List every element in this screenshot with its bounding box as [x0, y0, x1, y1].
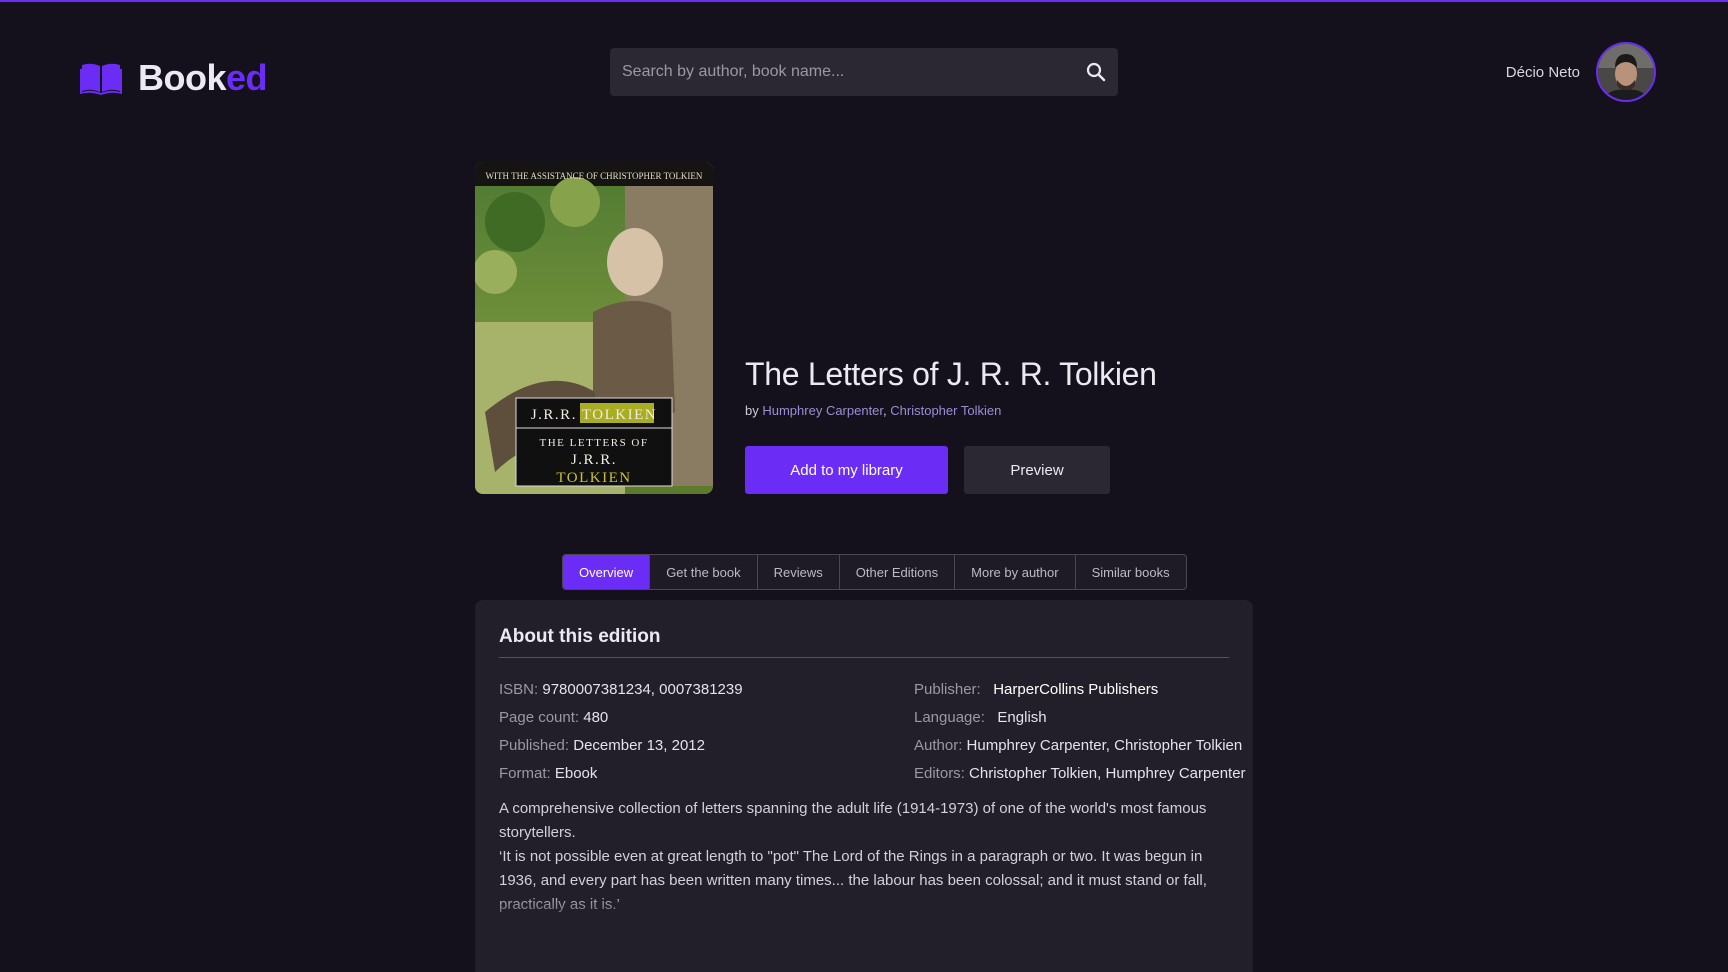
page-count-row: Page count: 480 — [499, 709, 609, 726]
by-prefix: by — [745, 403, 759, 418]
edition-details-right: Publisher: HarperCollins Publishers Lang… — [914, 676, 1246, 788]
preview-button[interactable]: Preview — [964, 446, 1110, 494]
tabs: Overview Get the book Reviews Other Edit… — [562, 554, 1187, 590]
language-row: Language: English — [914, 709, 1047, 726]
publisher-row: Publisher: HarperCollins Publishers — [914, 681, 1159, 698]
tab-similar-books[interactable]: Similar books — [1076, 555, 1186, 589]
book-authors: by Humphrey Carpenter, Christopher Tolki… — [745, 403, 1002, 418]
author-link-1[interactable]: Humphrey Carpenter — [762, 403, 883, 418]
description-paragraph-1: A comprehensive collection of letters sp… — [499, 800, 1207, 841]
cover-top-line: WITH THE ASSISTANCE OF CHRISTOPHER TOLKI… — [486, 171, 703, 181]
book-cover: WITH THE ASSISTANCE OF CHRISTOPHER TOLKI… — [475, 162, 713, 494]
user-name: Décio Neto — [1505, 63, 1580, 81]
cover-name-plate: J.R.R. TOLKIEN — [531, 407, 657, 423]
book-info: The Letters of J. R. R. Tolkien by Humph… — [745, 356, 1157, 418]
about-title: About this edition — [499, 626, 661, 647]
cover-title-line1: THE LETTERS OF — [540, 437, 649, 449]
isbn-row: ISBN: 9780007381234, 0007381239 — [499, 681, 743, 698]
about-panel: About this edition ISBN: 9780007381234, … — [475, 600, 1253, 972]
avatar-image — [1598, 44, 1654, 100]
top-accent-bar — [0, 0, 1728, 2]
user-menu[interactable]: Décio Neto — [1506, 42, 1656, 102]
tab-more-by-author[interactable]: More by author — [955, 555, 1076, 589]
tab-other-editions[interactable]: Other Editions — [840, 555, 956, 589]
tab-overview[interactable]: Overview — [563, 555, 651, 589]
logo-text: Booked — [138, 57, 268, 98]
author-row: Author: Humphrey Carpenter, Christopher … — [914, 737, 1243, 754]
cover-title-line3: TOLKIEN — [556, 470, 631, 486]
add-to-library-button[interactable]: Add to my library — [745, 446, 948, 494]
format-row: Format: Ebook — [499, 765, 598, 782]
editors-row: Editors: Christopher Tolkien, Humphrey C… — [914, 765, 1246, 782]
tab-reviews[interactable]: Reviews — [758, 555, 840, 589]
tab-get-the-book[interactable]: Get the book — [650, 555, 758, 589]
logo[interactable]: Booked — [80, 56, 268, 100]
search-bar — [610, 48, 1118, 96]
search-input[interactable] — [610, 48, 1074, 96]
description-fade — [475, 890, 1253, 972]
search-icon — [1086, 62, 1106, 82]
edition-details-left: ISBN: 9780007381234, 0007381239 Page cou… — [499, 676, 743, 788]
book-actions: Add to my library Preview — [745, 446, 1110, 494]
cover-title-line2: J.R.R. — [571, 452, 617, 468]
open-book-icon — [80, 63, 122, 95]
published-row: Published: December 13, 2012 — [499, 737, 705, 754]
book-title: The Letters of J. R. R. Tolkien — [745, 356, 1157, 392]
search-button[interactable] — [1074, 48, 1118, 96]
avatar[interactable] — [1596, 42, 1656, 102]
author-link-2[interactable]: Christopher Tolkien — [890, 403, 1001, 418]
about-divider — [499, 657, 1229, 658]
